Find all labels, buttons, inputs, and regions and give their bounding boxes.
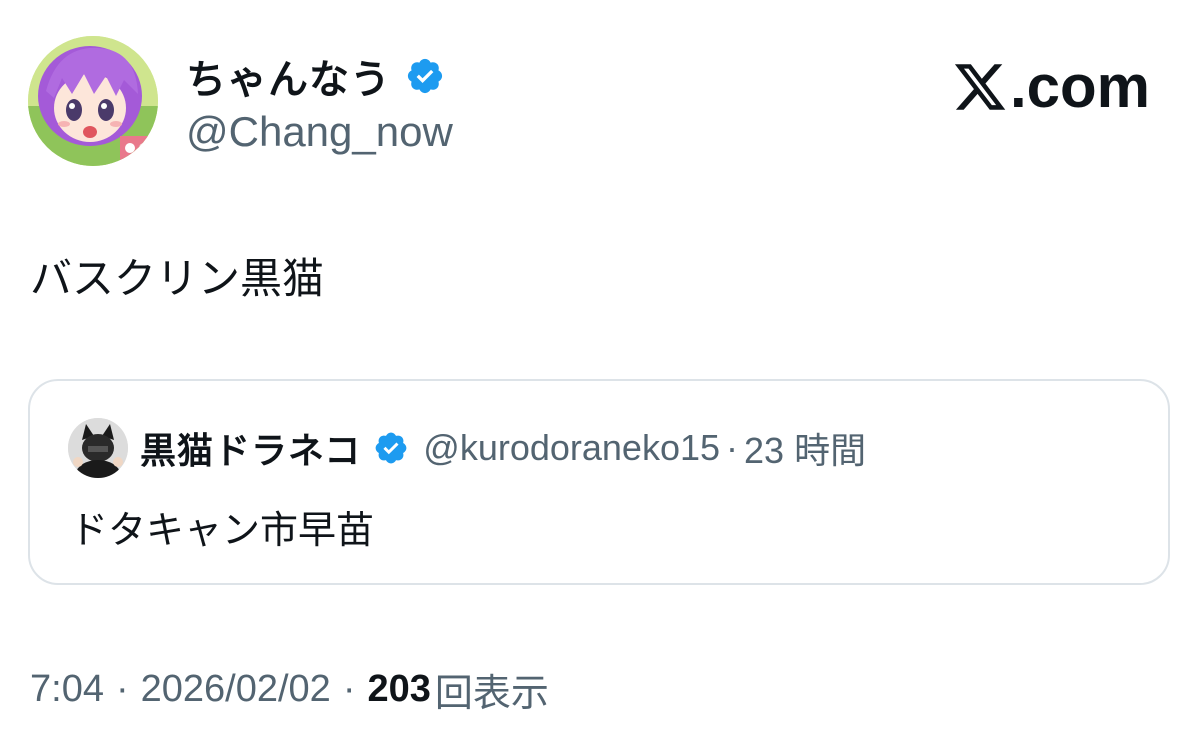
tweet-text: バスクリン黒猫 [30,254,325,303]
quoted-author-avatar[interactable] [68,418,128,478]
cat-ears-avatar-image [68,418,128,478]
quoted-separator: · [726,427,739,468]
tweet-time[interactable]: 7:04 [30,668,104,711]
tweet-meta: 7:04 · 2026/02/02 · 203 回表示 [30,662,549,717]
tweet-date[interactable]: 2026/02/02 [141,668,331,711]
x-logo-icon [954,63,1006,110]
verified-badge-icon [407,58,443,94]
meta-separator-2: · [342,668,356,710]
brand-logo: .com [952,52,1150,121]
brand-text: .com [1009,53,1150,120]
quoted-author-handle[interactable]: @kurodoraneko15 [423,427,720,469]
quoted-time[interactable]: 23 時間 [744,422,866,474]
views-label: 回表示 [434,671,549,715]
quoted-time-value: 23 [744,430,785,471]
views-count: 203 [367,668,431,710]
tweet-card: ちゃんなう @Chang_now .com バスクリン黒猫 黒猫ドラネコ @ku… [0,0,1200,745]
quoted-time-unit: 時間 [794,431,867,472]
meta-separator-1: · [115,668,129,710]
author-name-row: ちゃんなう [186,46,445,106]
quoted-tweet[interactable]: 黒猫ドラネコ @kurodoraneko15 · 23 時間 ドタキャン市早苗 [28,379,1170,585]
quoted-verified-badge-icon [375,432,407,464]
author-handle[interactable]: @Chang_now [186,108,453,156]
quoted-author-name[interactable]: 黒猫ドラネコ [140,422,361,474]
author-avatar[interactable] [28,36,158,166]
quoted-tweet-text: ドタキャン市早苗 [70,508,375,552]
author-display-name[interactable]: ちゃんなう [186,47,391,105]
anime-girl-avatar-image [28,36,158,166]
quoted-tweet-header: 黒猫ドラネコ @kurodoraneko15 · 23 時間 [68,417,866,479]
